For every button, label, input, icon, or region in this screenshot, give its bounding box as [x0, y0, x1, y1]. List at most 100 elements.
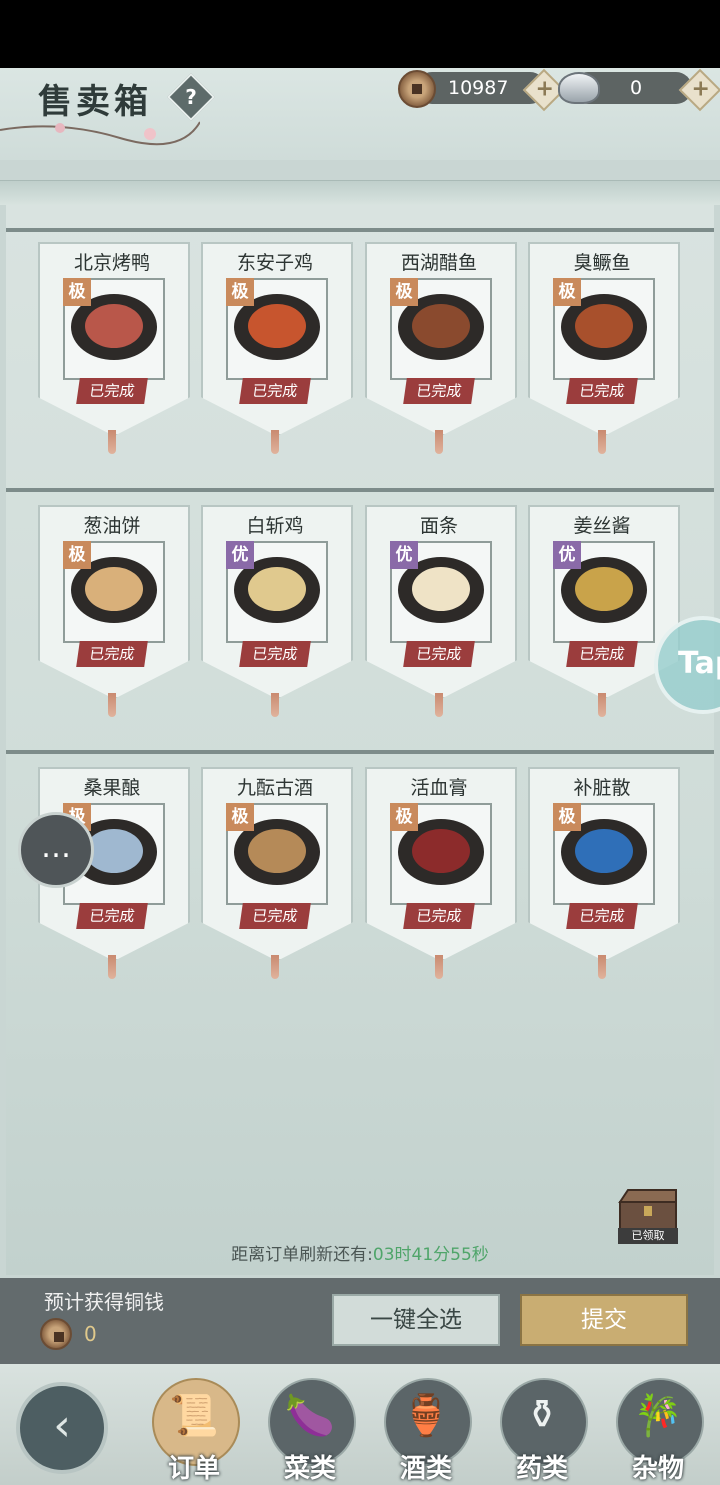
tassel	[271, 955, 279, 979]
tassel	[108, 430, 116, 454]
copper-amount: 10987	[448, 77, 509, 99]
dish-name: 面条	[419, 515, 458, 537]
completed-stamp: 已完成	[403, 641, 475, 667]
dish-frame: 极	[390, 278, 492, 380]
order-card[interactable]: 九酝古酒极已完成	[201, 767, 353, 979]
grade-badge: 极	[226, 278, 254, 306]
dish-frame: 极	[390, 803, 492, 905]
dish-name: 九酝古酒	[236, 777, 313, 799]
refresh-timer: 距离订单刷新还有:03时41分55秒	[0, 1240, 720, 1265]
dish-frame: 极	[553, 278, 655, 380]
tassel	[598, 693, 606, 717]
dish-food	[85, 567, 143, 611]
silver-ingot-icon	[558, 72, 600, 104]
eggplant-icon: 🍆	[285, 1393, 335, 1439]
back-button[interactable]: ‹	[16, 1382, 108, 1474]
select-all-button[interactable]: 一键全选	[332, 1294, 500, 1346]
wine-jar-icon: 🏺	[401, 1393, 451, 1439]
grade-badge: 优	[553, 541, 581, 569]
refresh-label: 距离订单刷新还有:	[231, 1245, 373, 1265]
order-card[interactable]: 东安子鸡极已完成	[201, 242, 353, 454]
dish-name: 桑果酿	[83, 777, 141, 799]
scroll-icon: 📜	[169, 1393, 219, 1439]
grade-badge: 极	[63, 278, 91, 306]
submit-button[interactable]: 提交	[520, 1294, 688, 1346]
completed-stamp: 已完成	[76, 903, 148, 929]
grade-badge: 极	[390, 803, 418, 831]
grade-badge: 极	[553, 278, 581, 306]
tassel	[271, 693, 279, 717]
tab-label: 订单	[167, 1454, 220, 1484]
dish-name: 补脏散	[573, 777, 631, 799]
estimate-label: 预计获得铜钱	[44, 1290, 164, 1314]
dish-food	[248, 829, 306, 873]
tap-label: Tap	[678, 646, 720, 681]
completed-stamp: 已完成	[239, 378, 311, 404]
refresh-time: 03时41分55秒	[372, 1245, 489, 1265]
dish-name: 白斩鸡	[246, 515, 304, 537]
mortar-icon: ⚱	[525, 1392, 559, 1438]
chest-status: 已领取	[618, 1228, 678, 1244]
dish-frame: 优	[390, 541, 492, 643]
completed-stamp: 已完成	[403, 378, 475, 404]
dish-name: 东安子鸡	[236, 252, 313, 274]
tab-1[interactable]: 🍆 菜类	[266, 1378, 356, 1484]
tassel	[435, 693, 443, 717]
grade-badge: 优	[390, 541, 418, 569]
completed-stamp: 已完成	[239, 903, 311, 929]
dish-food	[575, 567, 633, 611]
order-card[interactable]: 白斩鸡优已完成	[201, 505, 353, 717]
estimate-value: 0	[84, 1322, 97, 1346]
completed-stamp: 已完成	[566, 378, 638, 404]
dish-food	[412, 567, 470, 611]
dish-food	[575, 304, 633, 348]
tab-bar	[0, 1364, 720, 1485]
completed-stamp: 已完成	[239, 641, 311, 667]
order-card[interactable]: 活血膏极已完成	[365, 767, 517, 979]
hanging-rod	[6, 750, 714, 754]
tab-3[interactable]: ⚱ 药类	[498, 1378, 588, 1484]
grade-badge: 极	[390, 278, 418, 306]
order-card[interactable]: 臭鳜鱼极已完成	[528, 242, 680, 454]
dish-name: 活血膏	[410, 777, 468, 799]
dish-name: 葱油饼	[83, 515, 141, 537]
tab-label: 杂物	[631, 1454, 684, 1484]
panel-top-decoration	[0, 180, 720, 205]
completed-stamp: 已完成	[76, 378, 148, 404]
order-card[interactable]: 面条优已完成	[365, 505, 517, 717]
completed-stamp: 已完成	[76, 641, 148, 667]
tab-label: 菜类	[283, 1454, 336, 1484]
chat-button[interactable]: …	[18, 812, 94, 888]
bundle-icon: 🎋	[633, 1393, 683, 1439]
tab-4[interactable]: 🎋 杂物	[614, 1378, 704, 1484]
dish-food	[248, 567, 306, 611]
tassel	[271, 430, 279, 454]
silver-amount: 0	[630, 77, 643, 99]
tassel	[598, 430, 606, 454]
tassel	[435, 430, 443, 454]
page-title: 售卖箱	[38, 82, 152, 122]
grade-badge: 极	[553, 803, 581, 831]
tassel	[108, 693, 116, 717]
dish-frame: 极	[226, 278, 328, 380]
order-card[interactable]: 葱油饼极已完成	[38, 505, 190, 717]
order-card[interactable]: 北京烤鸭极已完成	[38, 242, 190, 454]
dish-name: 西湖醋鱼	[400, 252, 477, 274]
tab-0[interactable]: 📜 订单	[150, 1378, 240, 1484]
dish-frame: 极	[553, 803, 655, 905]
hanging-rod	[6, 228, 714, 232]
copper-coin-icon	[398, 70, 436, 108]
reward-chest[interactable]: 已领取	[614, 1188, 682, 1246]
dish-food	[412, 829, 470, 873]
completed-stamp: 已完成	[403, 903, 475, 929]
grade-badge: 优	[226, 541, 254, 569]
completed-stamp: 已完成	[566, 903, 638, 929]
dish-frame: 优	[553, 541, 655, 643]
tab-2[interactable]: 🏺 酒类	[382, 1378, 472, 1484]
order-card[interactable]: 西湖醋鱼极已完成	[365, 242, 517, 454]
order-card[interactable]: 姜丝酱优已完成	[528, 505, 680, 717]
order-card[interactable]: 补脏散极已完成	[528, 767, 680, 979]
copper-coin-icon	[40, 1318, 72, 1350]
dish-frame: 优	[226, 541, 328, 643]
tassel	[108, 955, 116, 979]
